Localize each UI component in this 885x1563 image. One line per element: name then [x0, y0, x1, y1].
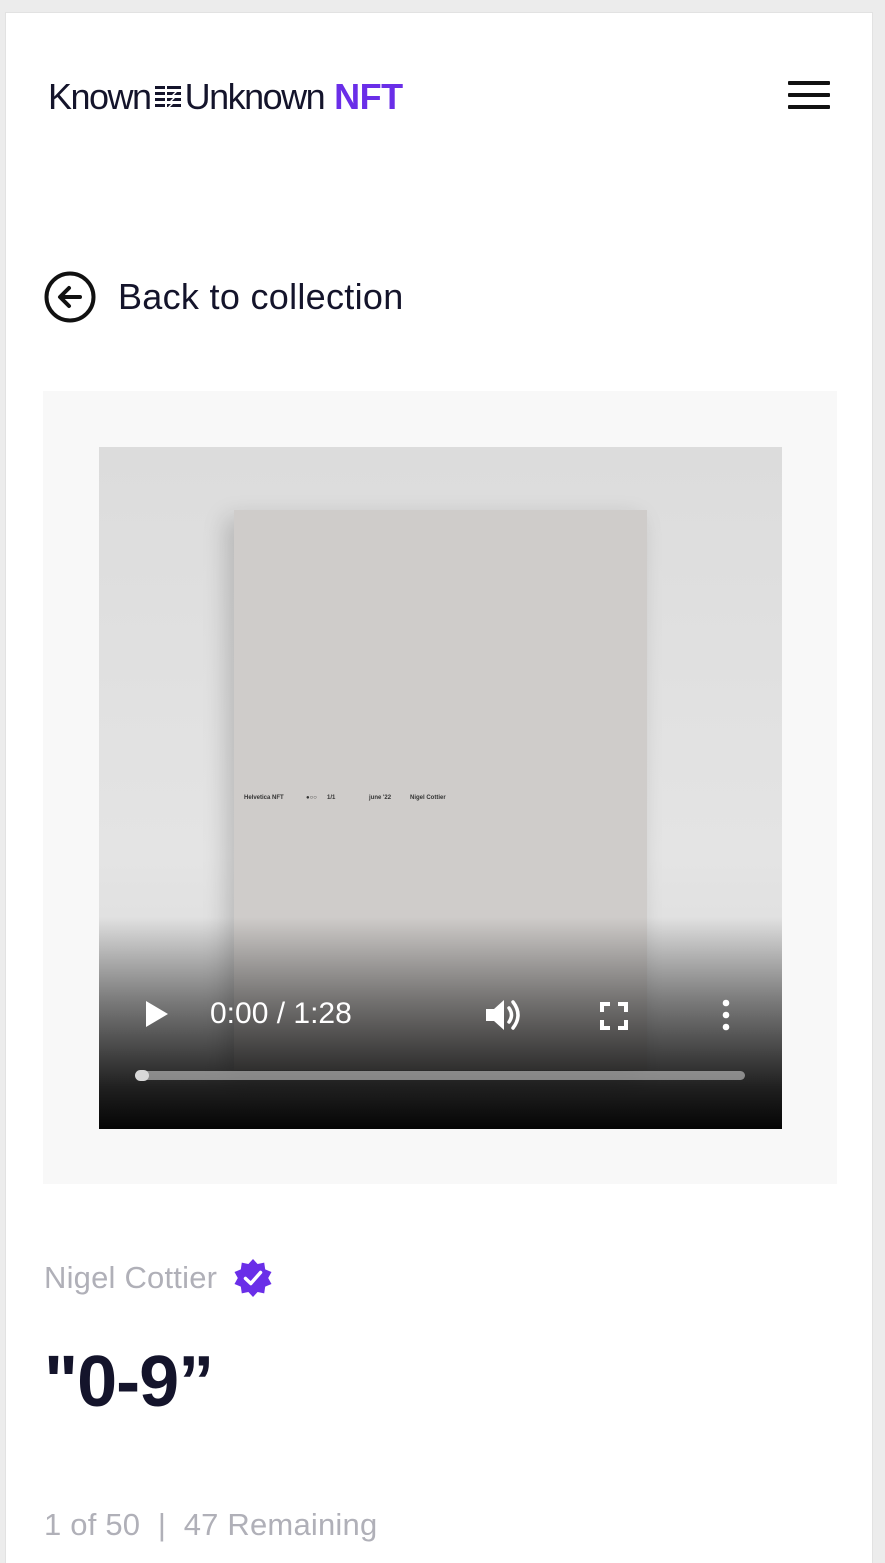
logo-grid-icon: [154, 86, 181, 107]
verified-badge-icon: [234, 1259, 272, 1297]
menu-bar: [788, 105, 830, 109]
volume-icon[interactable]: [484, 997, 524, 1033]
edition-info: 1 of 50 | 47 Remaining: [44, 1507, 378, 1542]
poster-text: Nigel Cottier: [410, 795, 446, 801]
poster-text: Helvetica NFT: [244, 795, 284, 801]
video-controls: 0:00 / 1:28: [99, 917, 782, 1129]
menu-bar: [788, 93, 830, 97]
artist-name[interactable]: Nigel Cottier: [44, 1260, 217, 1296]
artwork-title: "0-9”: [44, 1342, 214, 1422]
poster-text: june '22: [369, 795, 392, 801]
video-player[interactable]: Helvetica NFT ●○○ 1/1 june '22 Nigel Cot…: [99, 447, 782, 1129]
site-header: Known Unknown NFT: [48, 75, 403, 119]
poster-text: 1/1: [327, 795, 336, 801]
back-to-collection-link[interactable]: Back to collection: [44, 271, 404, 323]
fullscreen-icon[interactable]: [599, 1001, 629, 1031]
logo-nft: NFT: [334, 76, 403, 117]
site-logo[interactable]: Known Unknown NFT: [48, 79, 403, 115]
video-progress-bar[interactable]: [135, 1070, 745, 1081]
logo-unknown: Unknown: [184, 76, 326, 117]
poster-text: ●○○: [306, 795, 317, 801]
hamburger-menu-icon[interactable]: [788, 81, 830, 111]
back-label: Back to collection: [118, 276, 404, 317]
more-vertical-icon[interactable]: [719, 998, 733, 1032]
artist-row: Nigel Cottier: [44, 1258, 273, 1298]
arrow-left-circle-icon: [44, 271, 96, 323]
menu-bar: [788, 81, 830, 85]
media-panel: Helvetica NFT ●○○ 1/1 june '22 Nigel Cot…: [43, 391, 837, 1184]
play-icon[interactable]: [143, 998, 171, 1030]
progress-thumb[interactable]: [135, 1070, 149, 1081]
page: Known Unknown NFT Back to collection Hel…: [5, 12, 873, 1563]
video-time: 0:00 / 1:28: [210, 997, 352, 1030]
logo-known: Known: [48, 76, 152, 117]
